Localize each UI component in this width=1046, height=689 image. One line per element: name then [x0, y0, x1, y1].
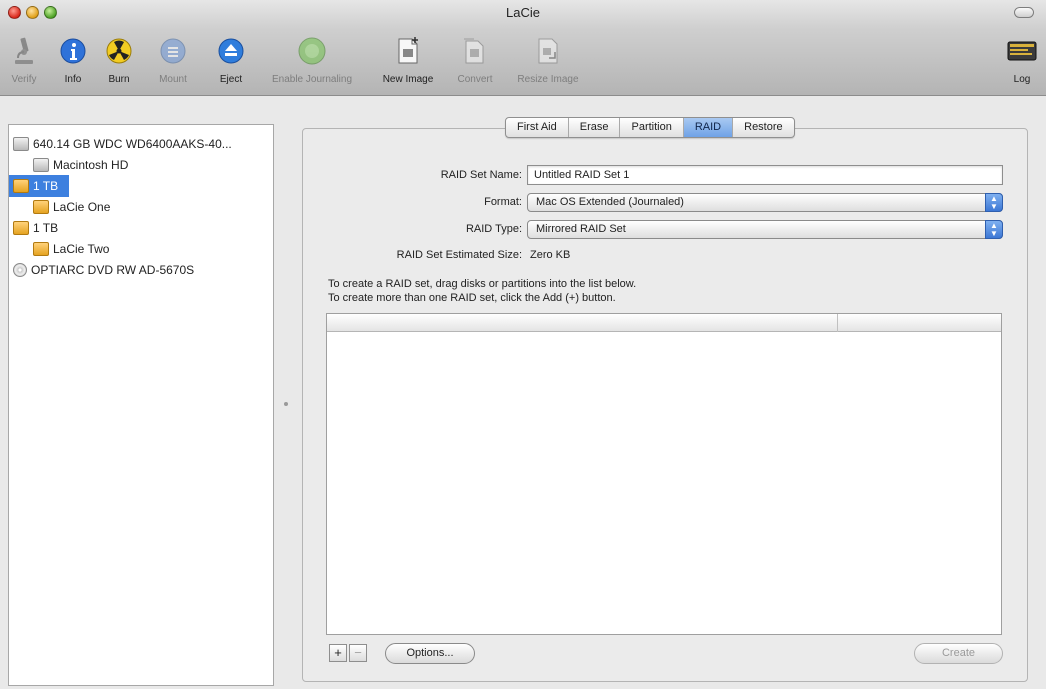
raid-type-popup[interactable]: Mirrored RAID Set ▲ ▼ — [527, 220, 1003, 239]
raid-set-name-field[interactable]: Untitled RAID Set 1 — [527, 165, 1003, 185]
tab-bar: First Aid Erase Partition RAID Restore — [505, 117, 795, 138]
sidebar-item-label: LaCie Two — [53, 242, 110, 256]
popup-arrows-icon: ▲ ▼ — [985, 220, 1003, 239]
title-toolbar: LaCie Verify Info Burn Mount Eject Enabl… — [0, 0, 1046, 96]
tab-restore[interactable]: Restore — [733, 118, 794, 137]
mount-button[interactable]: Mount — [155, 30, 191, 90]
convert-button[interactable]: Convert — [450, 30, 500, 90]
raid-type-label: RAID Type: — [465, 223, 522, 235]
enable-journaling-button[interactable]: Enable Journaling — [260, 30, 364, 90]
add-raid-button[interactable]: + — [329, 644, 347, 662]
raid-list-header — [327, 314, 1001, 332]
external-volume-icon — [33, 200, 49, 214]
convert-icon — [458, 34, 492, 68]
log-icon — [1005, 34, 1039, 68]
volume-icon — [33, 158, 49, 172]
sidebar-item-lacie-two[interactable]: LaCie Two — [9, 238, 273, 260]
toolbar-label: Convert — [457, 74, 493, 85]
raid-set-name-label: RAID Set Name: — [440, 169, 522, 181]
tab-erase[interactable]: Erase — [569, 118, 621, 137]
toolbar-toggle-button[interactable] — [1014, 7, 1034, 18]
options-button[interactable]: Options... — [385, 643, 475, 664]
toolbar-label: Enable Journaling — [271, 74, 353, 85]
microscope-icon — [7, 34, 41, 68]
sidebar-item-dvd-drive[interactable]: OPTIARC DVD RW AD-5670S — [9, 259, 273, 281]
sidebar-item-label: Macintosh HD — [53, 158, 129, 172]
popup-arrows-icon: ▲ ▼ — [985, 193, 1003, 212]
burn-icon — [102, 34, 136, 68]
format-popup-value: Mac OS Extended (Journaled) — [536, 196, 684, 208]
new-image-icon — [391, 34, 425, 68]
toolbar-label: Eject — [219, 74, 243, 85]
sidebar-item-label: 640.14 GB WDC WD6400AAKS-40... — [33, 137, 232, 151]
toolbar-label: Burn — [108, 74, 130, 85]
raid-set-list[interactable] — [326, 313, 1002, 635]
column-header-size[interactable] — [838, 314, 1001, 332]
resize-image-icon — [531, 34, 565, 68]
external-volume-icon — [33, 242, 49, 256]
toolbar-label: Resize Image — [517, 74, 579, 85]
sidebar-item-label: 1 TB — [33, 179, 59, 193]
toolbar-label: New Image — [382, 74, 434, 85]
device-list[interactable]: 640.14 GB WDC WD6400AAKS-40... Macintosh… — [8, 124, 274, 686]
sidebar-item-label: OPTIARC DVD RW AD-5670S — [31, 263, 195, 277]
raid-type-popup-value: Mirrored RAID Set — [536, 223, 626, 235]
verify-button[interactable]: Verify — [6, 30, 42, 90]
create-button[interactable]: Create — [914, 643, 1003, 664]
eject-icon — [214, 34, 248, 68]
estimated-size-value: Zero KB — [530, 249, 571, 261]
instruction-text: To create more than one RAID set, click … — [328, 292, 616, 304]
tab-partition[interactable]: Partition — [620, 118, 684, 137]
new-image-button[interactable]: New Image — [374, 30, 442, 90]
toolbar-label: Info — [64, 74, 82, 85]
log-button[interactable]: Log — [1004, 30, 1040, 90]
external-disk-icon — [13, 179, 29, 193]
info-button[interactable]: Info — [58, 30, 88, 90]
disk-utility-window: LaCie Verify Info Burn Mount Eject Enabl… — [0, 0, 1046, 689]
toolbar-label: Verify — [11, 74, 37, 85]
sidebar-item-internal-disk[interactable]: 640.14 GB WDC WD6400AAKS-40... — [9, 133, 273, 155]
toolbar-label: Mount — [159, 74, 187, 85]
mount-icon — [156, 34, 190, 68]
sidebar-item-label: 1 TB — [33, 221, 59, 235]
external-disk-icon — [13, 221, 29, 235]
burn-button[interactable]: Burn — [102, 30, 136, 90]
format-popup[interactable]: Mac OS Extended (Journaled) ▲ ▼ — [527, 193, 1003, 212]
sidebar-item-lacie-disk-2[interactable]: 1 TB — [9, 217, 273, 239]
estimated-size-label: RAID Set Estimated Size: — [396, 249, 522, 261]
tab-first-aid[interactable]: First Aid — [506, 118, 569, 137]
sidebar-item-lacie-disk-1[interactable]: 1 TB — [9, 175, 273, 197]
optical-disc-icon — [13, 263, 27, 277]
remove-raid-button[interactable]: − — [349, 644, 367, 662]
info-icon — [56, 34, 90, 68]
split-view-handle[interactable] — [284, 402, 288, 406]
tab-raid[interactable]: RAID — [683, 118, 734, 137]
toolbar: Verify Info Burn Mount Eject Enable Jour… — [0, 30, 1046, 92]
eject-button[interactable]: Eject — [214, 30, 248, 90]
window-title: LaCie — [506, 5, 540, 20]
instruction-text: To create a RAID set, drag disks or part… — [328, 278, 637, 290]
format-label: Format: — [484, 196, 522, 208]
sidebar-item-macintosh-hd[interactable]: Macintosh HD — [9, 154, 273, 176]
sidebar-item-label: LaCie One — [53, 200, 111, 214]
column-header-name[interactable] — [327, 314, 837, 332]
toolbar-label: Log — [1013, 74, 1031, 85]
journaling-icon — [295, 34, 329, 68]
sidebar-item-lacie-one[interactable]: LaCie One — [9, 196, 273, 218]
hard-disk-icon — [13, 137, 29, 151]
resize-image-button[interactable]: Resize Image — [508, 30, 588, 90]
